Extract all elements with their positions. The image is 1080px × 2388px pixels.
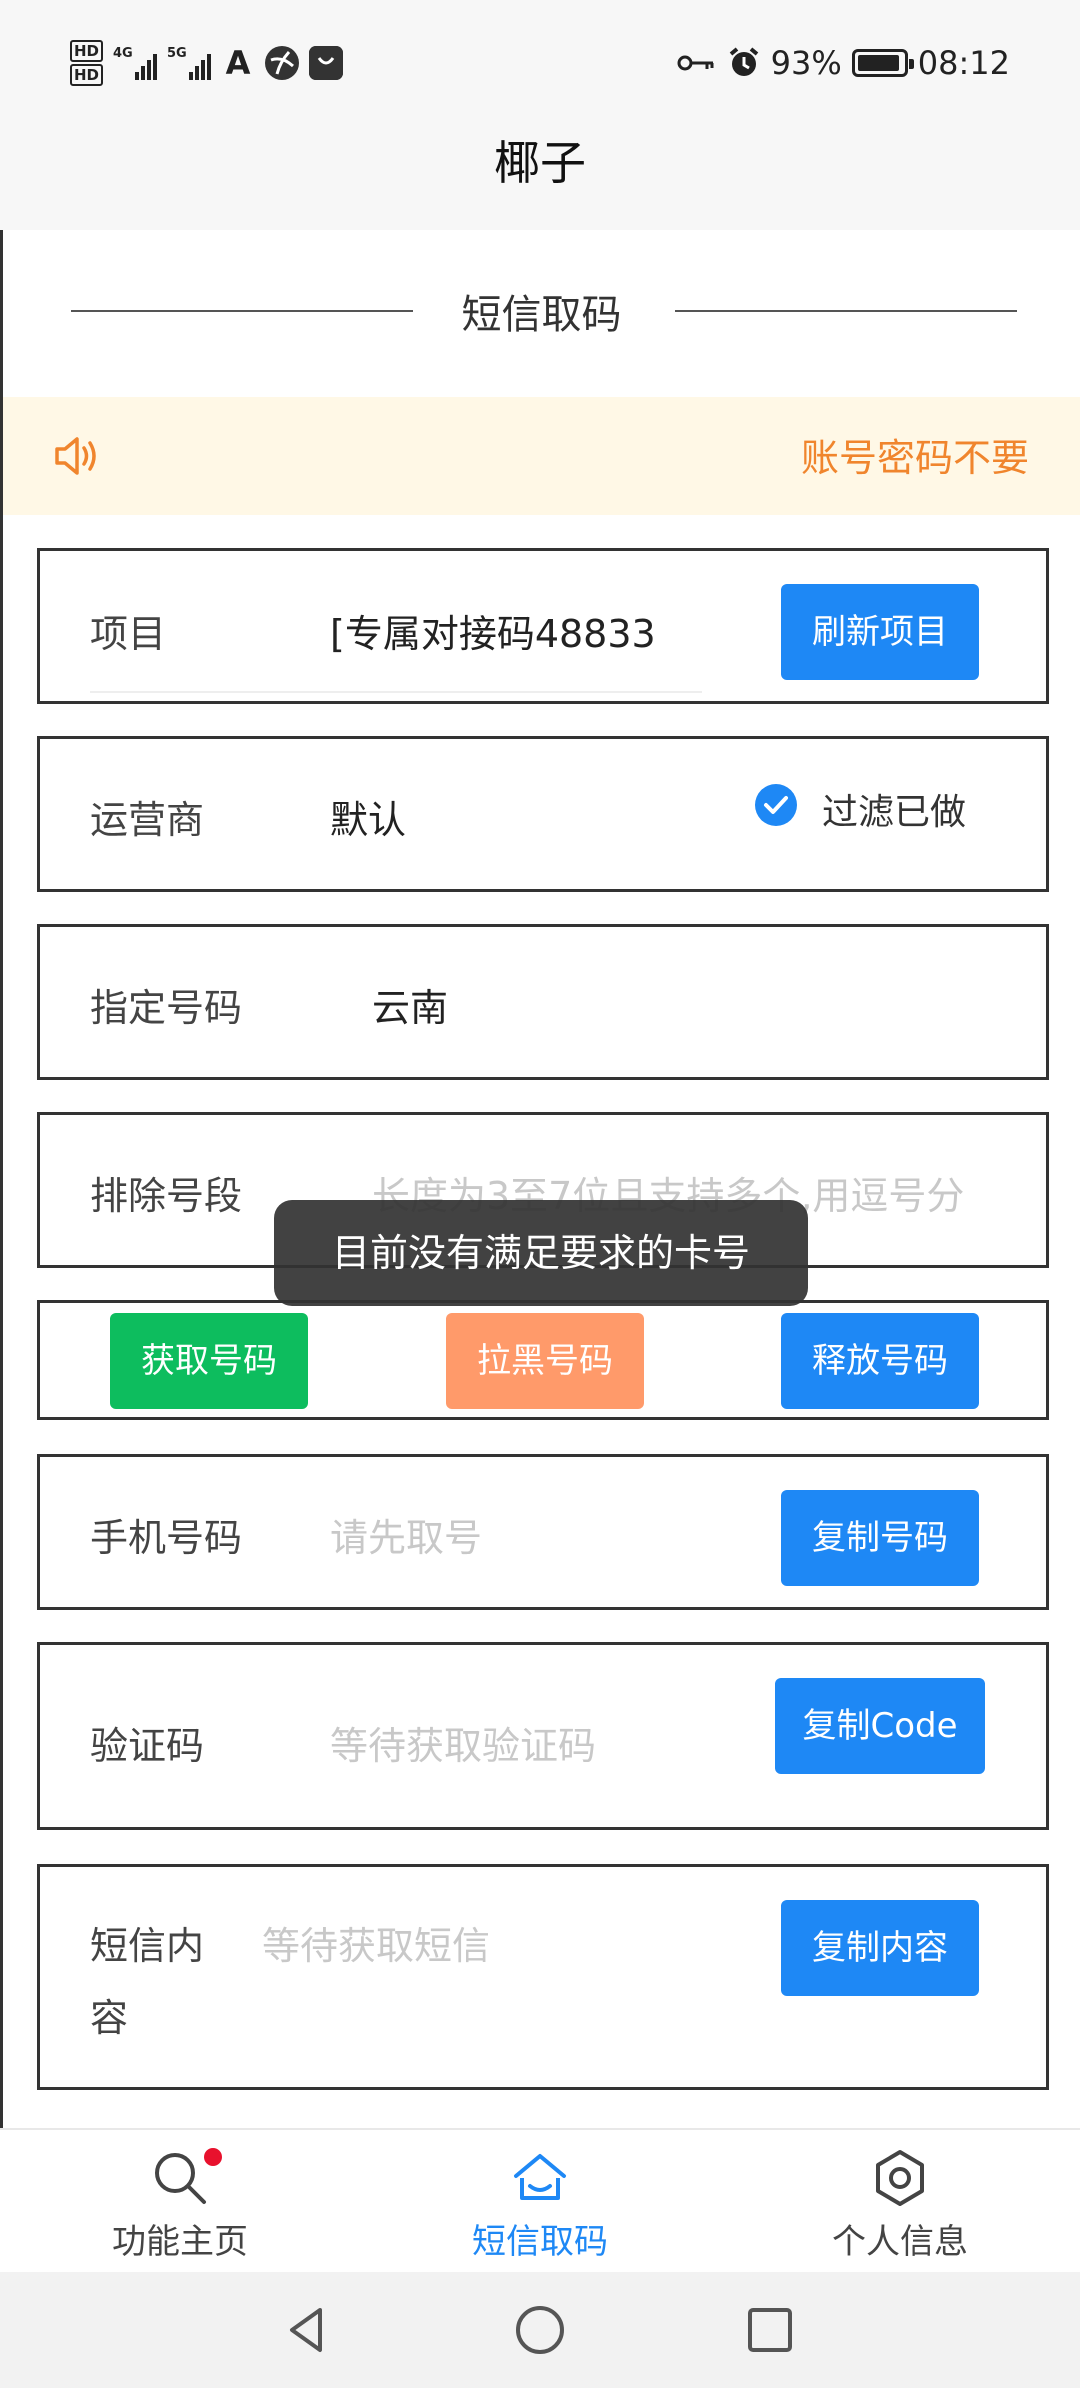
specified-number-input[interactable]: 云南 (372, 977, 448, 1032)
home-circle-icon[interactable] (512, 2302, 568, 2358)
sms-content: 等待获取短信 (262, 1924, 491, 1968)
section-header: 短信取码 (3, 230, 1080, 390)
hd-indicator: HD HD (70, 39, 104, 87)
phone-input[interactable]: 请先取号 (330, 1507, 482, 1562)
battery-icon (851, 49, 914, 77)
status-bar: HD HD 4G 5G A 93% 08:12 (0, 0, 1080, 128)
project-label: 项目 (90, 612, 167, 656)
battery-percent: 93% (770, 44, 842, 82)
tab-profile-label: 个人信息 (832, 2222, 968, 2262)
code-label: 验证码 (90, 1724, 205, 1768)
exclude-segment-label: 排除号段 (90, 1174, 243, 1218)
tab-sms[interactable]: 短信取码 (360, 2130, 720, 2274)
clock-time: 08:12 (917, 44, 1010, 82)
operator-value[interactable]: 默认 (330, 789, 406, 844)
release-number-button[interactable]: 释放号码 (781, 1313, 979, 1409)
code-row: 验证码 等待获取验证码 复制Code (37, 1642, 1049, 1830)
browser-icon (265, 46, 300, 80)
phone-row: 手机号码 请先取号 复制号码 (37, 1454, 1049, 1610)
get-number-button[interactable]: 获取号码 (110, 1313, 308, 1409)
project-underline (90, 691, 702, 693)
status-left: HD HD 4G 5G A (70, 38, 344, 88)
filter-done-label: 过滤已做 (822, 792, 967, 833)
net2-label: 5G (167, 46, 187, 61)
tab-sms-label: 短信取码 (472, 2222, 608, 2262)
sms-label-line1: 短信内 (90, 1924, 205, 1968)
hd1-label: HD (70, 40, 104, 62)
page-title: 椰子 (494, 136, 586, 190)
hd2-label: HD (70, 64, 104, 86)
search-icon (155, 2153, 206, 2204)
shopping-bag-icon (309, 46, 344, 80)
key-icon (677, 55, 714, 71)
home-icon (514, 2154, 566, 2200)
tab-home-label: 功能主页 (112, 2222, 248, 2262)
main-content[interactable]: 短信取码 账号密码不要 项目 [专属对接码48833 刷新项目 运营商 默认 过… (0, 230, 1080, 2128)
project-row: 项目 [专属对接码48833 刷新项目 (37, 548, 1049, 704)
notification-dot (204, 2148, 222, 2166)
sms-label-line2: 容 (90, 1996, 129, 2040)
phone-label: 手机号码 (90, 1516, 243, 1560)
notice-bar: 账号密码不要 (3, 397, 1080, 515)
refresh-project-button[interactable]: 刷新项目 (781, 584, 979, 680)
tab-profile[interactable]: 个人信息 (720, 2130, 1080, 2274)
system-nav-bar (0, 2272, 1080, 2388)
code-input[interactable]: 等待获取验证码 (330, 1715, 596, 1770)
signal-5g-icon: 5G (167, 46, 212, 80)
project-value[interactable]: [专属对接码48833 (330, 603, 702, 658)
net1-label: 4G (113, 46, 133, 61)
signal-4g-icon: 4G (113, 46, 158, 80)
divider-right (675, 310, 1017, 312)
tab-home[interactable]: 功能主页 (0, 2130, 360, 2274)
gear-icon (876, 2150, 924, 2206)
filter-done-checkbox[interactable]: 过滤已做 (754, 783, 974, 833)
specified-number-row: 指定号码 云南 (37, 924, 1049, 1080)
operator-row: 运营商 默认 过滤已做 (37, 736, 1049, 892)
speaker-icon (55, 437, 96, 475)
specified-number-label: 指定号码 (90, 986, 243, 1030)
actions-row: 获取号码 拉黑号码 释放号码 (37, 1300, 1049, 1420)
bottom-nav: 功能主页 短信取码 个人信息 (0, 2128, 1080, 2272)
alarm-icon (729, 47, 758, 76)
copy-code-button[interactable]: 复制Code (775, 1678, 985, 1774)
blacklist-number-button[interactable]: 拉黑号码 (446, 1313, 644, 1409)
app-a-icon: A (225, 44, 251, 82)
sms-row: 短信内 容 等待获取短信 复制内容 (37, 1864, 1049, 2090)
recent-apps-icon[interactable] (742, 2302, 798, 2358)
copy-content-button[interactable]: 复制内容 (781, 1900, 979, 1996)
app-header: 椰子 (0, 128, 1080, 230)
check-circle-icon (755, 784, 797, 826)
copy-number-button[interactable]: 复制号码 (781, 1490, 979, 1586)
toast-message: 目前没有满足要求的卡号 (274, 1200, 808, 1306)
operator-label: 运营商 (90, 798, 205, 842)
notice-text: 账号密码不要 (801, 436, 1030, 480)
back-icon[interactable] (280, 2302, 336, 2358)
status-right: 93% 08:12 (677, 38, 1010, 88)
